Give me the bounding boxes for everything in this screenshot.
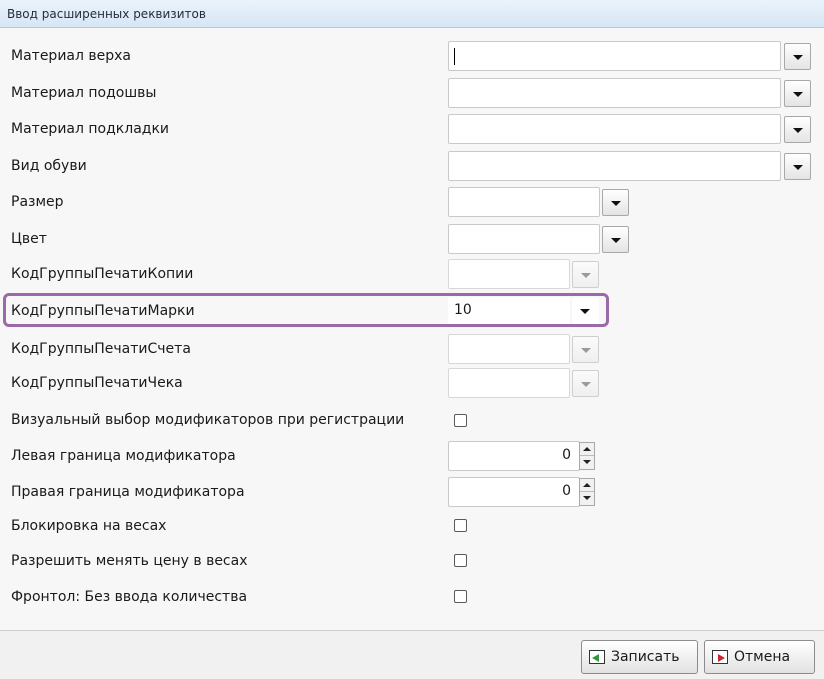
chevron-down-icon [793,128,803,133]
no-quantity-input-checkbox[interactable] [454,590,467,603]
upper-material-dropdown-button[interactable] [784,43,811,70]
print-group-copy-dropdown-button[interactable] [572,261,599,288]
scale-lock-checkbox[interactable] [454,519,467,532]
lining-material-field[interactable] [448,114,781,144]
shoe-type-field[interactable] [448,151,781,181]
print-group-invoice-dropdown-button[interactable] [572,336,599,363]
allow-price-change-checkbox[interactable] [454,554,467,567]
chevron-down-icon [611,238,621,243]
chevron-down-icon [580,309,590,314]
print-group-mark-field[interactable]: 10 [448,297,570,325]
right-bound-value: 0 [562,483,571,499]
left-bound-spinner[interactable] [579,442,595,470]
label-no-quantity-input: Фронтол: Без ввода количества [11,589,248,605]
label-print-group-mark: КодГруппыПечатиМарки [11,303,195,319]
left-bound-input[interactable]: 0 [448,441,580,471]
print-group-mark-value: 10 [454,302,472,318]
color-dropdown-button[interactable] [602,226,629,253]
footer-bar [0,631,824,679]
label-size: Размер [11,194,64,210]
label-allow-price-change: Разрешить менять цену в весах [11,553,248,569]
title-bar: Ввод расширенных реквизитов [0,0,824,28]
print-group-mark-dropdown-button[interactable] [572,298,599,325]
lining-material-dropdown-button[interactable] [784,116,811,143]
chevron-down-icon [581,273,591,278]
text-caret [454,48,455,65]
chevron-down-icon [793,92,803,97]
right-bound-spinner[interactable] [579,478,595,506]
right-bound-input[interactable]: 0 [448,477,580,507]
label-left-bound: Левая граница модификатора [11,448,236,464]
chevron-up-icon [583,447,591,451]
shoe-type-dropdown-button[interactable] [784,153,811,180]
window-title: Ввод расширенных реквизитов [7,7,206,21]
label-scale-lock: Блокировка на весах [11,518,167,534]
save-button-label: Записать [611,649,680,665]
label-right-bound: Правая граница модификатора [11,484,245,500]
spin-up-button[interactable] [580,443,594,456]
label-visual-modifier-choice: Визуальный выбор модификаторов при регис… [11,412,405,428]
save-icon [589,650,605,664]
chevron-down-icon [793,165,803,170]
chevron-down-icon [583,496,591,500]
chevron-up-icon [583,483,591,487]
spin-up-button[interactable] [580,479,594,492]
print-group-invoice-field[interactable] [448,334,570,364]
cancel-button[interactable]: Отмена [704,640,815,674]
label-sole-material: Материал подошвы [11,85,157,101]
chevron-down-icon [611,201,621,206]
visual-modifier-choice-checkbox[interactable] [454,414,467,427]
label-lining-material: Материал подкладки [11,121,170,137]
sole-material-field[interactable] [448,78,781,108]
color-field[interactable] [448,224,600,254]
left-bound-value: 0 [562,447,571,463]
sole-material-dropdown-button[interactable] [784,80,811,107]
spin-down-button[interactable] [580,456,594,469]
save-button[interactable]: Записать [581,640,698,674]
print-group-copy-field[interactable] [448,259,570,289]
cancel-button-label: Отмена [734,649,791,665]
size-dropdown-button[interactable] [602,189,629,216]
label-color: Цвет [11,231,47,247]
upper-material-field[interactable] [448,41,781,71]
chevron-down-icon [581,348,591,353]
label-upper-material: Материал верха [11,48,132,64]
label-print-group-copy: КодГруппыПечатиКопии [11,266,194,282]
cancel-icon [712,650,728,664]
size-field[interactable] [448,187,600,217]
print-group-receipt-dropdown-button[interactable] [572,370,599,397]
label-shoe-type: Вид обуви [11,158,87,174]
chevron-down-icon [793,55,803,60]
label-print-group-receipt: КодГруппыПечатиЧека [11,375,183,391]
print-group-receipt-field[interactable] [448,368,570,398]
spin-down-button[interactable] [580,492,594,505]
chevron-down-icon [583,460,591,464]
label-print-group-invoice: КодГруппыПечатиСчета [11,341,191,357]
chevron-down-icon [581,382,591,387]
